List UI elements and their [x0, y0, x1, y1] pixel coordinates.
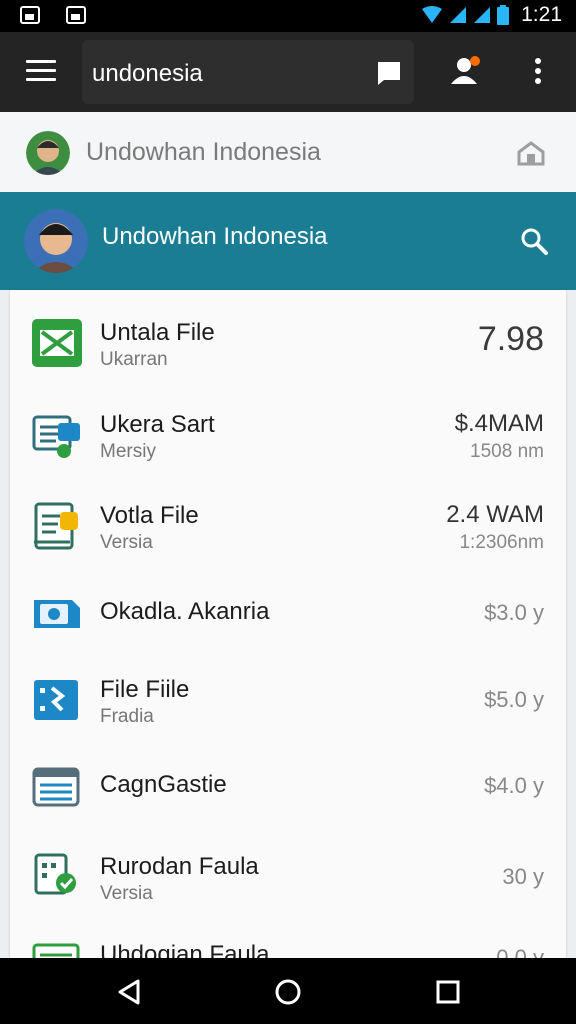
- form-check-icon: [34, 853, 76, 895]
- search-field[interactable]: undonesia: [82, 40, 414, 104]
- system-nav-bar: [0, 958, 576, 1024]
- file-title: Untala File: [100, 319, 215, 346]
- file-title: Ukera Sart: [100, 411, 215, 438]
- search-input[interactable]: undonesia: [92, 60, 203, 88]
- list-item[interactable]: Rurodan Faula Versia 30 y: [10, 831, 566, 922]
- signal-icon-2: [474, 7, 491, 23]
- file-subtitle: Mersiy: [100, 441, 156, 462]
- file-value: 7.98: [477, 320, 544, 358]
- account-row[interactable]: Undowhan Indonesia: [0, 112, 576, 193]
- list-item[interactable]: Ukera Sart Mersiy $.4MAM 1508 nm: [10, 389, 566, 481]
- message-icon[interactable]: [376, 60, 402, 86]
- file-title: CagnGastie: [100, 771, 227, 798]
- file-value: 2.4 WAM: [446, 501, 544, 528]
- list-item[interactable]: Uhdogian Faula 0.0 y: [10, 921, 566, 958]
- media-icon: [34, 600, 80, 628]
- file-value: 30 y: [502, 864, 544, 889]
- document-badge-icon: [32, 415, 80, 458]
- account-name: Undowhan Indonesia: [86, 138, 321, 166]
- document-coin-icon: [34, 502, 78, 550]
- clock: 1:21: [521, 3, 562, 26]
- file-title: File Fiile: [100, 676, 190, 703]
- search-icon[interactable]: [519, 226, 549, 256]
- list-item[interactable]: Okadla. Akanria $3.0 y: [10, 571, 566, 656]
- file-title: Rurodan Faula: [100, 853, 259, 880]
- file-value: 0.0 y: [496, 945, 544, 958]
- hamburger-menu-icon[interactable]: [26, 60, 56, 84]
- spreadsheet-icon: [32, 319, 82, 367]
- file-subtitle: Fradia: [100, 706, 154, 727]
- file-size: 1508 nm: [470, 441, 544, 462]
- calendar-grid-icon: [32, 767, 80, 807]
- file-size: 1:2306nm: [459, 532, 544, 553]
- status-bar: 1:21: [0, 0, 576, 32]
- file-title: Okadla. Akanria: [100, 598, 270, 625]
- avatar: [26, 131, 70, 175]
- home-circle-icon[interactable]: [274, 978, 302, 1006]
- list-item[interactable]: File Fiile Fradia $5.0 y: [10, 655, 566, 746]
- file-subtitle: Versia: [100, 883, 153, 904]
- wifi-icon: [422, 6, 443, 23]
- battery-icon: [497, 5, 510, 25]
- file-subtitle: Ukarran: [100, 349, 168, 370]
- list-item[interactable]: Votla File Versia 2.4 WAM 1:2306nm: [10, 480, 566, 572]
- signal-icon: [450, 7, 467, 23]
- list-item[interactable]: CagnGastie $4.0 y: [10, 745, 566, 832]
- file-subtitle: Versia: [100, 532, 153, 553]
- file-title: Votla File: [100, 502, 199, 529]
- profile-avatar: [24, 209, 88, 273]
- file-value: $.4MAM: [454, 410, 544, 437]
- file-list: Untala File Ukarran 7.98 Ukera Sart Mers…: [10, 290, 566, 958]
- file-value: $5.0 y: [484, 687, 544, 712]
- sheet-icon: [32, 943, 80, 958]
- profile-name: Undowhan Indonesia: [102, 223, 328, 250]
- gallery-notification-icon: [20, 6, 40, 24]
- file-title: Uhdogian Faula: [100, 941, 270, 958]
- slides-icon: [34, 680, 78, 720]
- download-notification-icon: [66, 6, 86, 24]
- file-value: $4.0 y: [484, 773, 544, 798]
- home-icon[interactable]: [516, 140, 546, 166]
- recents-icon[interactable]: [435, 979, 461, 1005]
- app-toolbar: undonesia: [0, 32, 576, 112]
- list-item[interactable]: Untala File Ukarran 7.98: [10, 290, 566, 390]
- profile-header: Undowhan Indonesia: [0, 192, 576, 290]
- back-icon[interactable]: [116, 978, 142, 1006]
- more-options-icon[interactable]: [533, 56, 543, 86]
- account-notification-icon[interactable]: [448, 54, 484, 88]
- file-value: $3.0 y: [484, 600, 544, 625]
